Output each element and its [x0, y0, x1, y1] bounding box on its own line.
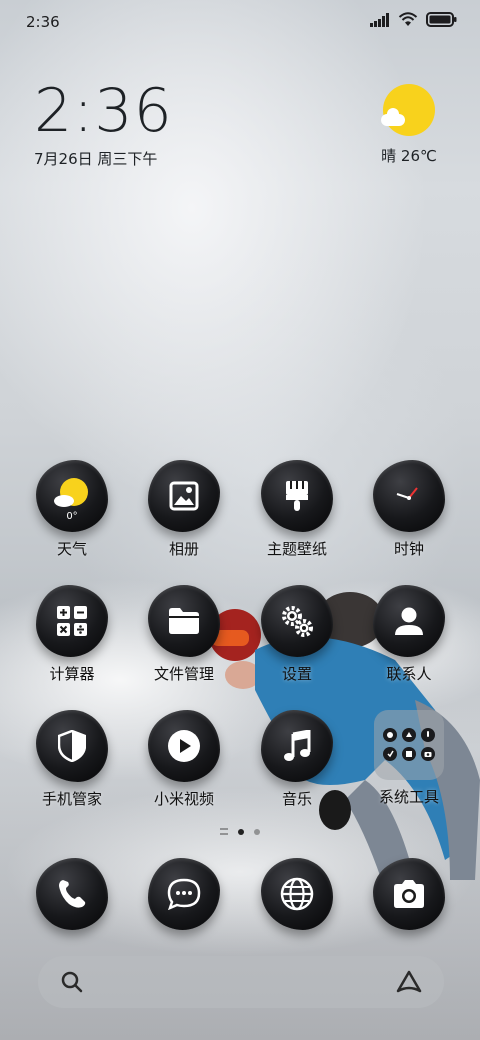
app-music[interactable]: 音乐 — [247, 710, 347, 809]
mini-app-icon — [383, 728, 397, 742]
app-label: 小米视频 — [153, 790, 214, 808]
dock-camera[interactable] — [359, 858, 459, 930]
mini-app-icon — [383, 747, 397, 761]
search-bar[interactable] — [38, 956, 444, 1008]
weather-icon: 0° — [36, 460, 108, 532]
folder-icon — [148, 585, 220, 657]
app-security[interactable]: 手机管家 — [22, 710, 122, 809]
app-label: 系统工具 — [378, 788, 439, 806]
battery-icon — [426, 12, 457, 27]
app-label: 手机管家 — [41, 790, 102, 808]
weather-temp: 0° — [66, 511, 77, 522]
mini-app-icon — [421, 747, 435, 761]
app-label: 音乐 — [281, 790, 312, 808]
app-label: 设置 — [281, 665, 312, 683]
clock-widget[interactable]: 2:36 7月26日 周三下午 — [34, 80, 173, 169]
page-indicator[interactable] — [0, 828, 480, 835]
app-calculator[interactable]: 计算器 — [22, 585, 122, 684]
app-folder-system-tools[interactable]: 系统工具 — [359, 710, 459, 807]
clock-date: 7月26日 周三下午 — [34, 150, 158, 168]
dock-phone[interactable] — [22, 858, 122, 930]
folder-grid-icon — [374, 710, 444, 780]
page-dot[interactable] — [254, 828, 260, 835]
wifi-icon — [398, 12, 418, 26]
assistant-icon[interactable] — [396, 970, 422, 994]
clock-time: 2:36 — [34, 76, 173, 146]
signal-icon — [370, 12, 389, 27]
app-label: 主题壁纸 — [266, 540, 327, 558]
paintbrush-icon — [261, 460, 333, 532]
weather-text: 晴 26℃ — [381, 147, 437, 165]
dock-browser[interactable] — [247, 858, 347, 930]
page-dot-active[interactable] — [238, 828, 244, 835]
mini-app-icon — [402, 747, 416, 761]
app-themes[interactable]: 主题壁纸 — [247, 460, 347, 559]
dock-messages[interactable] — [134, 858, 234, 930]
app-settings[interactable]: 设置 — [247, 585, 347, 684]
sunny-cloud-icon — [381, 84, 435, 136]
shield-icon — [36, 710, 108, 782]
gear-icon — [261, 585, 333, 657]
person-icon — [373, 585, 445, 657]
phone-icon — [36, 858, 108, 930]
app-contacts[interactable]: 联系人 — [359, 585, 459, 684]
app-label: 计算器 — [49, 665, 95, 683]
app-label: 文件管理 — [153, 665, 214, 683]
play-icon — [148, 710, 220, 782]
gallery-icon — [148, 460, 220, 532]
weather-widget[interactable]: 晴 26℃ — [374, 84, 444, 166]
app-label: 相册 — [168, 540, 199, 558]
app-clock[interactable]: 时钟 — [359, 460, 459, 559]
app-drawer-indicator[interactable] — [220, 828, 228, 835]
clock-icon — [373, 460, 445, 532]
search-icon[interactable] — [60, 970, 84, 994]
status-time: 2:36 — [26, 13, 60, 31]
app-weather[interactable]: 0° 天气 — [22, 460, 122, 559]
app-label: 联系人 — [386, 665, 432, 683]
mini-app-icon — [421, 728, 435, 742]
app-file-manager[interactable]: 文件管理 — [134, 585, 234, 684]
globe-icon — [261, 858, 333, 930]
app-video[interactable]: 小米视频 — [134, 710, 234, 809]
music-note-icon — [261, 710, 333, 782]
status-bar: 2:36 — [0, 0, 480, 44]
chat-bubble-icon — [148, 858, 220, 930]
app-label: 天气 — [56, 540, 87, 558]
app-label: 时钟 — [393, 540, 424, 558]
mini-app-icon — [402, 728, 416, 742]
app-gallery[interactable]: 相册 — [134, 460, 234, 559]
camera-icon — [373, 858, 445, 930]
calculator-icon — [36, 585, 108, 657]
